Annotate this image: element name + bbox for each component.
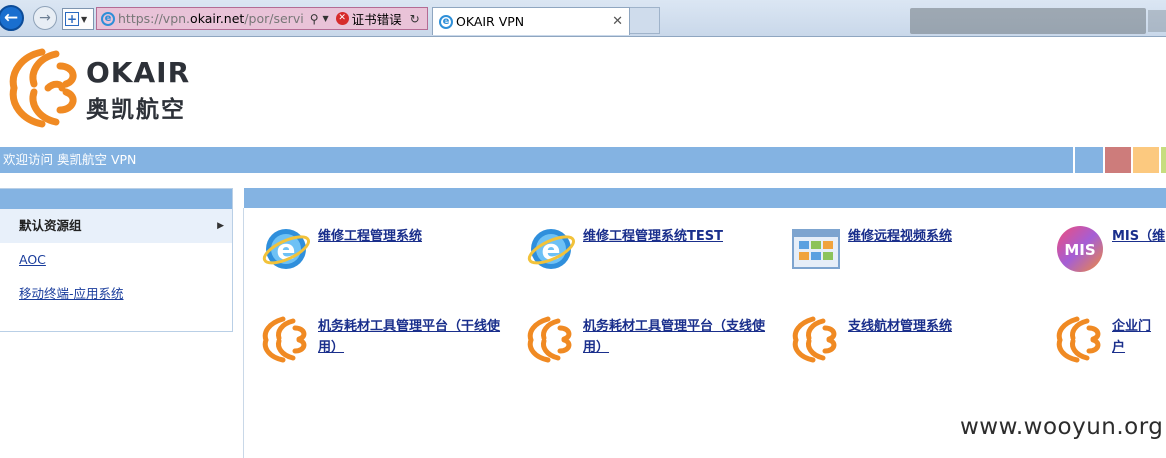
app-label[interactable]: 企业门户	[1112, 316, 1162, 358]
watermark: www.wooyun.org	[960, 414, 1164, 440]
url-domain: okair.net	[190, 11, 245, 26]
cert-error-icon[interactable]: ✕	[335, 12, 349, 25]
color-block-green	[1159, 147, 1166, 173]
svg-text:MIS: MIS	[1064, 241, 1095, 259]
app-item[interactable]: e 维修工程管理系统	[261, 226, 506, 274]
app-window-icon	[792, 229, 840, 269]
sidebar-item-label: 移动终端-应用系统	[19, 286, 124, 301]
sidebar-item-label: AOC	[19, 252, 46, 267]
mis-icon: MIS	[1057, 226, 1103, 272]
color-block-blue	[1073, 147, 1103, 173]
app-label[interactable]: 维修工程管理系统TEST	[583, 226, 771, 247]
sidebar-item-label: 默认资源组	[19, 218, 82, 233]
okair-logo-icon	[1056, 316, 1101, 363]
browser-tab[interactable]: e OKAIR VPN ✕	[432, 7, 630, 35]
main-panel-border	[243, 208, 244, 458]
okair-logo-icon	[792, 316, 837, 363]
app-label[interactable]: 维修远程视频系统	[848, 226, 1036, 247]
okair-logo-icon	[527, 316, 572, 363]
chevron-right-icon: ▶	[217, 221, 224, 231]
back-arrow-icon[interactable]: ←	[0, 5, 24, 31]
url-prefix: https://vpn.	[118, 11, 191, 26]
app-item[interactable]: 维修远程视频系统	[791, 226, 1036, 274]
ie-favicon-icon: e	[101, 11, 115, 26]
ie-icon: e	[262, 229, 311, 269]
search-icon[interactable]: ⚲	[310, 12, 319, 26]
forward-arrow-icon[interactable]: →	[33, 6, 57, 30]
browser-toolbar: ← → + ▼ e https://vpn. okair.net/por/serv…	[0, 0, 1166, 37]
close-icon[interactable]: ✕	[612, 14, 623, 29]
sidebar-item-aoc[interactable]: AOC	[0, 243, 232, 277]
ie-favicon-icon: e	[439, 14, 453, 29]
color-blocks	[1073, 147, 1166, 173]
chevron-down-icon[interactable]: ▼	[322, 14, 328, 23]
sidebar-item-default-group[interactable]: 默认资源组 ▶	[0, 209, 232, 243]
app-item[interactable]: 机务耗材工具管理平台（干线使用）	[261, 316, 506, 364]
blurred-region	[910, 8, 1146, 34]
brand-english-name: OKAIR	[86, 56, 191, 89]
url-suffix: /por/servi	[244, 11, 304, 26]
tracking-protection-button[interactable]: + ▼	[62, 8, 94, 30]
app-item[interactable]: MIS MIS（维	[1055, 226, 1166, 274]
resource-group-panel: 默认资源组 ▶ AOC 移动终端-应用系统	[0, 188, 233, 332]
tab-title: OKAIR VPN	[456, 14, 525, 29]
app-label[interactable]: MIS（维	[1112, 226, 1166, 247]
panel-header	[0, 189, 232, 209]
app-item[interactable]: e 维修工程管理系统TEST	[526, 226, 771, 274]
welcome-text: 欢迎访问 奥凯航空 VPN	[3, 152, 137, 167]
refresh-icon[interactable]: ↻	[410, 12, 420, 26]
welcome-bar: 欢迎访问 奥凯航空 VPN	[0, 147, 1166, 173]
app-item[interactable]: 企业门户	[1055, 316, 1162, 364]
color-block-yellow	[1131, 147, 1159, 173]
main-panel-header	[244, 188, 1166, 208]
color-block-red	[1103, 147, 1131, 173]
app-label[interactable]: 支线航材管理系统	[848, 316, 1036, 337]
plus-shield-icon: +	[65, 12, 79, 26]
app-label[interactable]: 维修工程管理系统	[318, 226, 506, 247]
new-tab-button[interactable]	[630, 7, 660, 34]
cert-error-label[interactable]: 证书错误	[352, 9, 402, 28]
app-item[interactable]: 机务耗材工具管理平台（支线使用）	[526, 316, 771, 364]
brand-chinese-name: 奥凯航空	[86, 97, 186, 123]
app-label[interactable]: 机务耗材工具管理平台（支线使用）	[583, 316, 771, 358]
blurred-region	[1148, 10, 1166, 32]
chevron-down-icon: ▼	[81, 14, 88, 24]
app-label[interactable]: 机务耗材工具管理平台（干线使用）	[318, 316, 506, 358]
okair-logo-icon	[262, 316, 307, 363]
ie-icon: e	[527, 229, 576, 269]
okair-logo-icon	[9, 48, 77, 128]
address-bar[interactable]: e https://vpn. okair.net/por/servi ⚲ ▼ ✕ …	[96, 7, 428, 30]
app-item[interactable]: 支线航材管理系统	[791, 316, 1036, 364]
sidebar-item-mobile-apps[interactable]: 移动终端-应用系统	[0, 277, 232, 311]
